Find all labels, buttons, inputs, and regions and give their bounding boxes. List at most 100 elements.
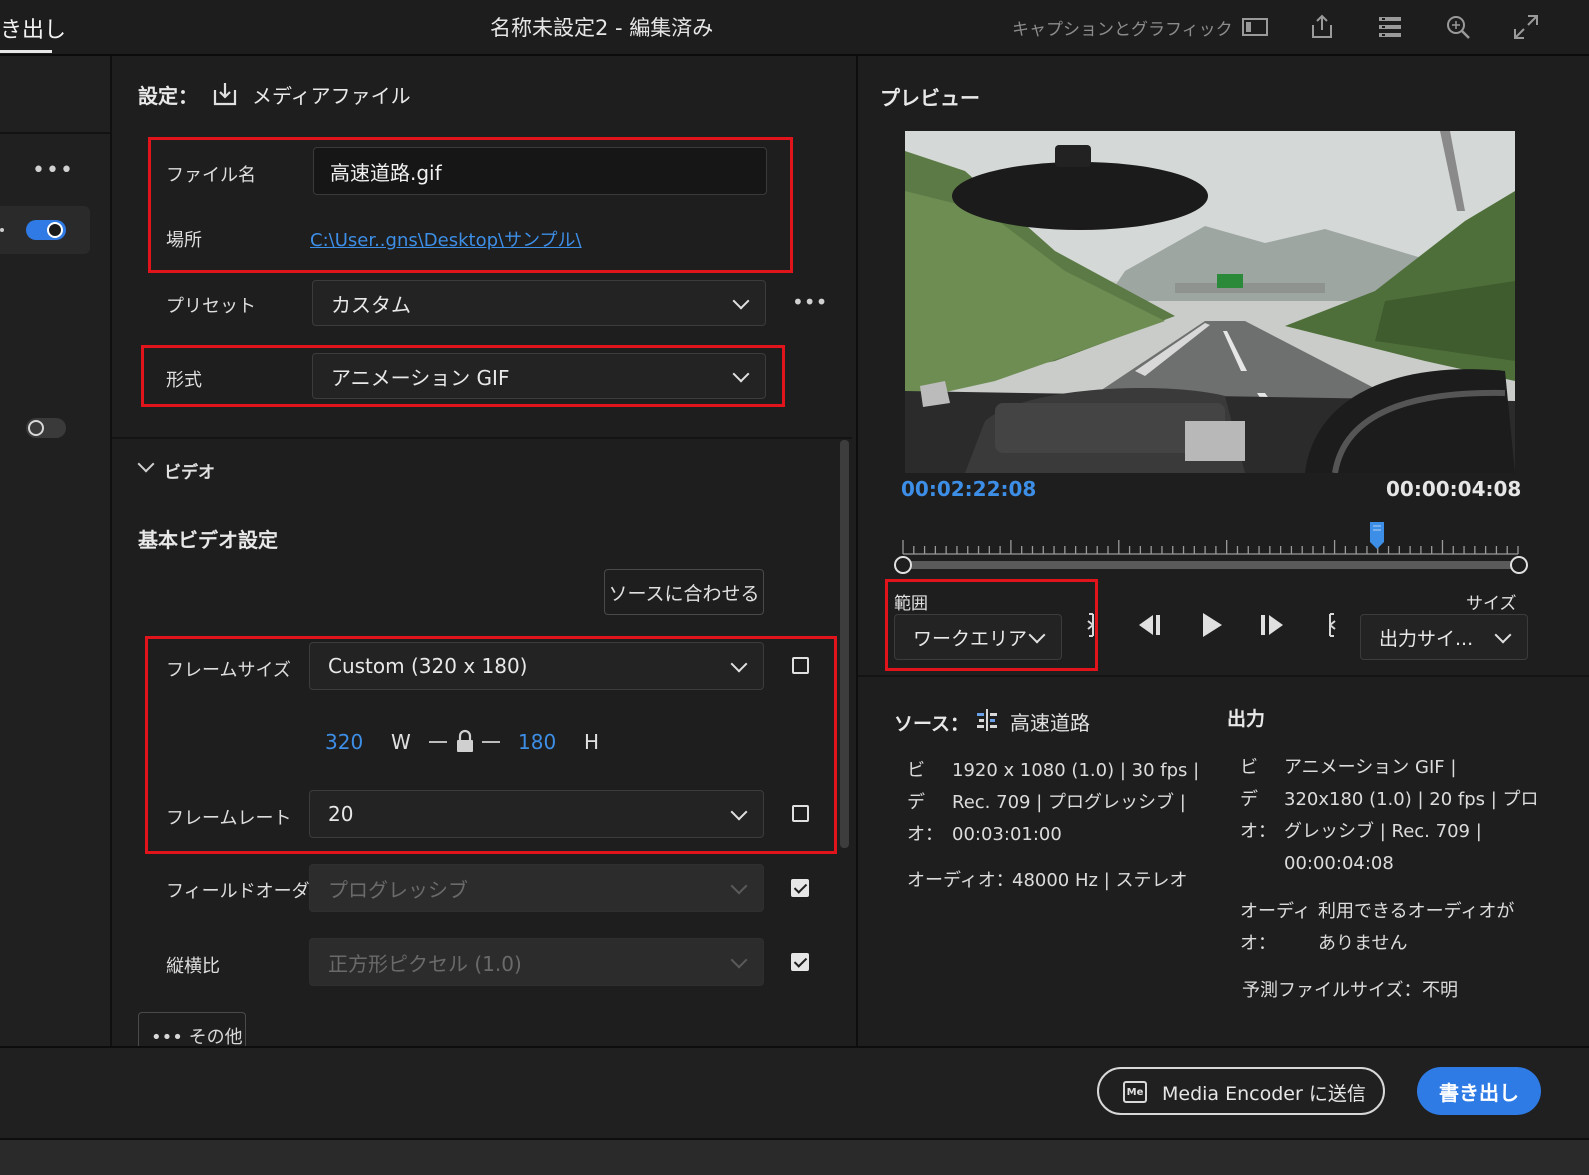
output-audio-value: 利用できるオーディオが ありません — [1318, 901, 1515, 954]
share-icon[interactable] — [1307, 12, 1337, 42]
step-forward-icon[interactable] — [1257, 612, 1287, 638]
divider — [112, 437, 852, 439]
preset-label: プリセット — [166, 296, 256, 317]
tab-captions-graphics[interactable]: キャプションとグラフィック — [1012, 15, 1233, 40]
frame-size-label: フレームサイズ — [166, 660, 291, 681]
search-zoom-icon[interactable] — [1443, 12, 1473, 42]
frame-rate-dropdown[interactable]: 20 — [309, 790, 764, 838]
document-title: 名称未設定2 - 編集済み — [490, 16, 714, 40]
size-value: 出力サイ... — [1379, 627, 1474, 650]
status-strip — [0, 1138, 1589, 1175]
size-label: サイズ — [1466, 594, 1517, 614]
output-video-info: アニメーション GIF | 320x180 (1.0) | 20 fps | プ… — [1284, 757, 1539, 874]
play-icon[interactable] — [1199, 610, 1225, 640]
playhead-handle[interactable] — [1369, 522, 1385, 552]
preset-value: カスタム — [331, 292, 411, 317]
frame-size-dropdown[interactable]: Custom (320 x 180) — [309, 642, 764, 690]
frame-size-value: Custom (320 x 180) — [328, 654, 528, 678]
filesize-label: 予測ファイルサイズ： — [1242, 980, 1422, 1001]
frame-rate-value: 20 — [328, 802, 354, 826]
height-value[interactable]: 180 — [518, 730, 556, 754]
field-order-value: プログレッシブ — [328, 877, 468, 902]
step-back-icon[interactable] — [1135, 612, 1165, 638]
chevron-down-icon — [730, 951, 748, 969]
frame-rate-label: フレームレート — [166, 808, 292, 829]
left-panel — [0, 56, 112, 1046]
basic-video-heading: 基本ビデオ設定 — [138, 528, 278, 552]
expand-icon[interactable] — [1511, 12, 1541, 42]
in-point-handle[interactable] — [894, 556, 912, 574]
divider — [858, 675, 1589, 677]
frame-size-checkbox[interactable] — [792, 657, 809, 674]
filename-label: ファイル名 — [166, 165, 256, 186]
video-section-toggle[interactable]: ビデオ — [164, 458, 215, 483]
source-label: ソース： — [894, 713, 970, 735]
location-link[interactable]: C:\User..gns\Desktop\サンプル\ — [310, 226, 582, 252]
output-label: 出力 — [1227, 708, 1266, 730]
format-dropdown[interactable]: アニメーション GIF — [312, 353, 766, 399]
width-value[interactable]: 320 — [325, 730, 363, 754]
panel-icon[interactable] — [1240, 12, 1270, 42]
output-audio-label: オーディ オ： — [1240, 901, 1311, 954]
out-point-handle[interactable] — [1510, 556, 1528, 574]
field-order-label: フィールドオーダー — [166, 881, 328, 902]
send-to-media-encoder-button[interactable]: Me Media Encoder に送信 — [1097, 1067, 1385, 1115]
source-video-label: ビ デ オ： — [907, 760, 943, 845]
sequence-icon — [975, 708, 999, 732]
size-dropdown[interactable]: 出力サイ... — [1360, 614, 1528, 660]
filesize-value: 不明 — [1422, 980, 1458, 1001]
lock-icon[interactable] — [454, 729, 476, 753]
send-me-label: Media Encoder に送信 — [1162, 1083, 1366, 1105]
preset-dropdown[interactable]: カスタム — [312, 280, 766, 326]
aspect-label: 縦横比 — [166, 956, 220, 977]
preset-more-icon[interactable]: ••• — [792, 290, 827, 314]
work-area-bar[interactable] — [903, 561, 1519, 569]
range-label: 範囲 — [894, 594, 928, 614]
frame-rate-checkbox[interactable] — [792, 805, 809, 822]
mark-in-icon[interactable] — [1084, 612, 1098, 638]
toggle-switch-off[interactable] — [26, 418, 66, 438]
location-label: 場所 — [166, 230, 202, 251]
more-settings-button[interactable]: ••• その他 — [138, 1012, 246, 1046]
duration-time: 00:00:04:08 — [1386, 477, 1522, 501]
top-bar — [0, 0, 1589, 56]
queue-list-icon[interactable] — [1375, 12, 1405, 42]
divider — [0, 132, 110, 134]
height-unit: H — [584, 730, 600, 754]
range-dropdown[interactable]: ワークエリア — [894, 614, 1062, 660]
mark-out-icon[interactable] — [1325, 612, 1339, 638]
settings-header-prefix: 設定： — [138, 84, 198, 108]
chevron-down-icon — [732, 365, 750, 383]
filename-input[interactable] — [313, 147, 767, 195]
match-source-button[interactable]: ソースに合わせる — [604, 569, 764, 615]
aspect-dropdown: 正方形ピクセル (1.0) — [309, 938, 764, 986]
range-value: ワークエリア — [913, 627, 1028, 650]
format-value: アニメーション GIF — [331, 365, 510, 390]
chevron-down-icon — [1028, 626, 1046, 644]
source-video-info: 1920 x 1080 (1.0) | 30 fps | Rec. 709 | … — [952, 760, 1200, 845]
aspect-checkbox[interactable] — [791, 953, 809, 971]
chevron-down-icon — [1494, 626, 1512, 644]
aspect-value: 正方形ピクセル (1.0) — [328, 951, 522, 976]
more-options-icon[interactable]: ••• — [32, 158, 74, 183]
preview-video-frame — [905, 131, 1515, 473]
chevron-down-icon — [730, 803, 748, 821]
preview-title: プレビュー — [880, 86, 980, 110]
source-audio-value: 48000 Hz | ステレオ — [1012, 870, 1188, 891]
settings-scrollbar[interactable] — [840, 440, 849, 848]
output-video-label: ビ デ オ： — [1240, 757, 1276, 842]
chevron-down-icon — [730, 655, 748, 673]
chevron-down-icon — [730, 877, 748, 895]
format-label: 形式 — [166, 370, 202, 391]
source-name: 高速道路 — [1010, 711, 1090, 735]
tab-export[interactable]: き出し — [0, 12, 66, 44]
current-time[interactable]: 00:02:22:08 — [901, 477, 1036, 501]
export-button[interactable]: 書き出し — [1417, 1067, 1541, 1115]
link-line — [482, 741, 500, 743]
toggle-switch-on[interactable] — [26, 220, 66, 240]
settings-header-title: メディアファイル — [252, 84, 411, 108]
field-order-checkbox[interactable] — [791, 879, 809, 897]
bullet-icon — [0, 228, 4, 232]
source-audio-label: オーディオ： — [907, 870, 1014, 891]
download-icon — [211, 80, 239, 108]
